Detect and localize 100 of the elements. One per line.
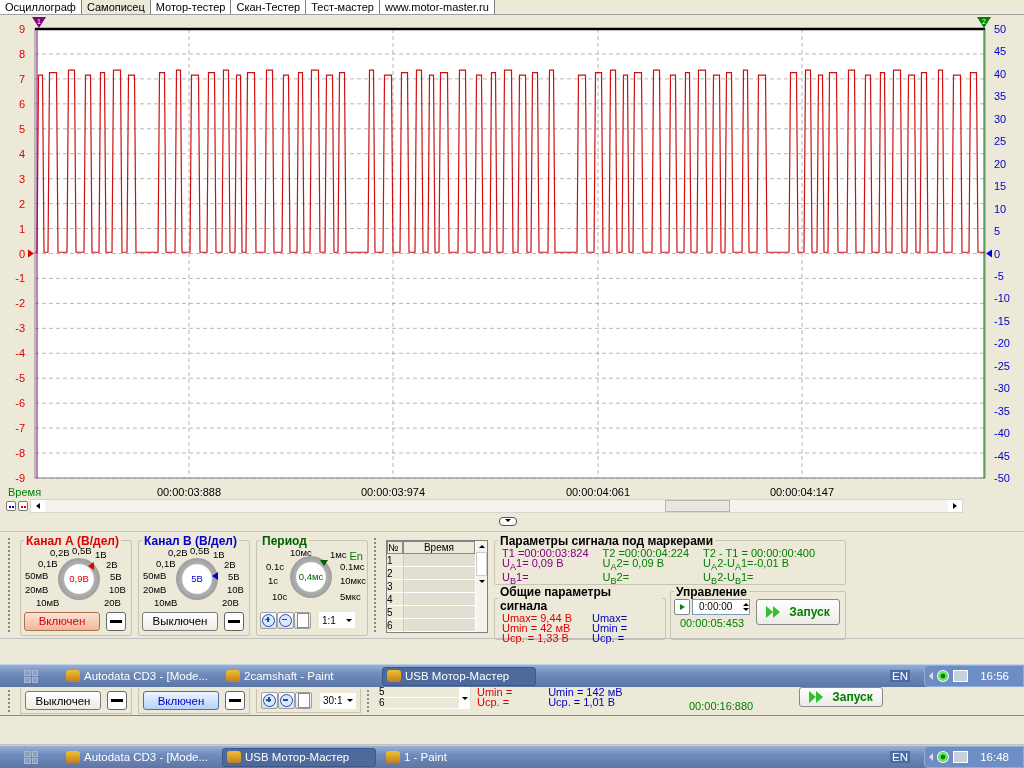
taskbar-button[interactable]: USB Мотор-Мастер <box>382 666 536 686</box>
tab[interactable]: Осциллограф <box>0 0 82 14</box>
collapse-icon[interactable] <box>499 517 517 527</box>
axis-tick-label: 0 <box>18 247 25 260</box>
dial-knob[interactable]: 0,9В <box>58 557 100 600</box>
tab[interactable]: Скан-Тестер <box>231 0 307 14</box>
taskbar-button[interactable]: Autodata CD3 - [Mode... <box>62 666 216 686</box>
taskbar-button[interactable]: USB Мотор-Мастер <box>222 747 376 767</box>
axis-tick-label: -8 <box>15 447 25 460</box>
axis-tick-label: -1 <box>15 272 25 285</box>
minus-button[interactable] <box>225 691 245 710</box>
parameter-text: U$_{A}$2= 0,09 В <box>602 557 664 572</box>
status-icon[interactable] <box>937 751 949 763</box>
scale-label: 0,2В <box>50 547 70 558</box>
zoom-out-icon[interactable] <box>277 611 294 629</box>
parameter-text: Ucp. = <box>592 632 626 643</box>
scale-label: 1мс <box>330 549 347 560</box>
axis-tick-label: -40 <box>994 427 1010 440</box>
dial-knob[interactable]: 0,4мс <box>290 555 332 598</box>
axis-tick-label: 9 <box>18 23 25 35</box>
zoom-out-icon[interactable] <box>278 692 295 709</box>
ratio-dropdown[interactable]: 1:1 <box>319 612 355 629</box>
scale-label: 0,1В <box>156 558 176 569</box>
status-icon[interactable] <box>937 670 949 682</box>
horizontal-scrollbar[interactable] <box>30 499 963 513</box>
axis-tick-label: -30 <box>994 382 1010 395</box>
time-label: 00:00:03:888 <box>156 486 222 498</box>
start-button[interactable]: Запуск <box>799 687 883 707</box>
time-spinner[interactable]: 0:00:00 <box>692 598 750 615</box>
scale-label: 50мВ <box>143 570 167 581</box>
zoom-in-icon[interactable] <box>261 692 278 709</box>
page-icon[interactable] <box>294 611 311 629</box>
channel-a-zero-icon[interactable] <box>28 249 34 258</box>
dial-knob[interactable]: 5В <box>176 557 218 600</box>
scale-label: 5В <box>228 571 240 582</box>
group-title: Управление <box>675 584 748 599</box>
taskbar-button[interactable]: 2camshaft - Paint <box>222 666 376 686</box>
axis-tick-label: 4 <box>18 147 25 160</box>
table-cell: 6 <box>379 698 459 709</box>
scroll-down-icon[interactable] <box>459 687 470 709</box>
time-label: 00:00:04:061 <box>565 486 631 498</box>
channel-b-cursor-icon[interactable] <box>6 501 16 511</box>
parameter-text: T1 =00:00:03:824 <box>502 547 589 558</box>
axis-tick-label: 15 <box>994 180 1007 193</box>
scale-label: 20В <box>222 597 239 608</box>
start-icon[interactable] <box>24 669 38 683</box>
parameter-text: U$_{A}$1= 0,09 В <box>502 557 564 572</box>
channel-b-zero-icon[interactable] <box>986 249 992 258</box>
minus-button[interactable] <box>106 611 126 631</box>
channel-toggle-button[interactable]: Выключен <box>142 611 218 631</box>
tab[interactable]: Тест-мастер <box>306 0 380 14</box>
scale-label: 10мкс <box>340 575 367 586</box>
channel-toggle-button[interactable]: Выключен <box>25 691 101 710</box>
axis-tick-label: -25 <box>994 359 1010 372</box>
axis-tick-label: -5 <box>15 372 25 385</box>
minus-button[interactable] <box>107 691 127 710</box>
time-label: 00:00:04:147 <box>769 486 835 498</box>
minus-button[interactable] <box>224 611 244 631</box>
scale-label: 2В <box>224 559 236 570</box>
start-icon[interactable] <box>24 750 38 764</box>
axis-tick-label: -2 <box>15 297 25 310</box>
language-indicator[interactable]: EN <box>890 670 910 682</box>
monitor-icon[interactable] <box>952 751 969 763</box>
axis-tick-label: -20 <box>994 337 1010 350</box>
language-indicator[interactable]: EN <box>890 751 910 763</box>
axis-tick-label: 1 <box>18 222 25 235</box>
axis-tick-label: -9 <box>15 472 25 484</box>
zoom-in-icon[interactable] <box>260 611 277 629</box>
clock: 16:56 <box>980 670 1009 682</box>
axis-tick-label: 5 <box>18 122 25 135</box>
channel-a-cursor-icon[interactable] <box>18 501 28 511</box>
scale-label: 1В <box>213 549 225 560</box>
expand-tray-icon[interactable] <box>929 672 933 680</box>
axis-tick-label: 2 <box>18 197 25 210</box>
axis-tick-label: 20 <box>994 157 1007 170</box>
parameter-text: T2 =00:00:04:224 <box>602 547 690 558</box>
monitor-icon[interactable] <box>952 670 969 682</box>
expand-tray-icon[interactable] <box>929 753 933 761</box>
scale-label: 20В <box>104 597 121 608</box>
start-button[interactable]: Запуск <box>756 598 840 625</box>
taskbar-button[interactable]: 1 - Paint <box>382 747 536 767</box>
tab[interactable]: www.motor-master.ru <box>379 0 495 14</box>
vertical-scrollbar[interactable] <box>476 540 487 632</box>
group-title: Общие параметры сигнала <box>499 584 613 613</box>
parameter-text: Ucp. = 1,33 В <box>502 632 569 643</box>
parameter-text: Umax= 9,44 В <box>502 612 572 623</box>
play-button[interactable] <box>674 598 690 615</box>
ratio-dropdown[interactable]: 30:1 <box>320 692 356 709</box>
channel-toggle-button[interactable]: Включен <box>143 691 219 710</box>
scale-label: 0,2В <box>168 547 188 558</box>
axis-tick-label: 40 <box>994 67 1007 80</box>
scale-label: 20мВ <box>143 584 167 595</box>
scale-label: 10мс <box>290 547 312 558</box>
axis-tick-label: -45 <box>994 449 1010 462</box>
group-title: Период <box>261 533 307 548</box>
taskbar-button[interactable]: Autodata CD3 - [Mode... <box>62 747 216 767</box>
axis-title: Время <box>8 486 42 498</box>
page-icon[interactable] <box>295 692 312 709</box>
scale-label: 10В <box>109 584 126 595</box>
tab[interactable]: Мотор-тестер <box>150 0 232 14</box>
